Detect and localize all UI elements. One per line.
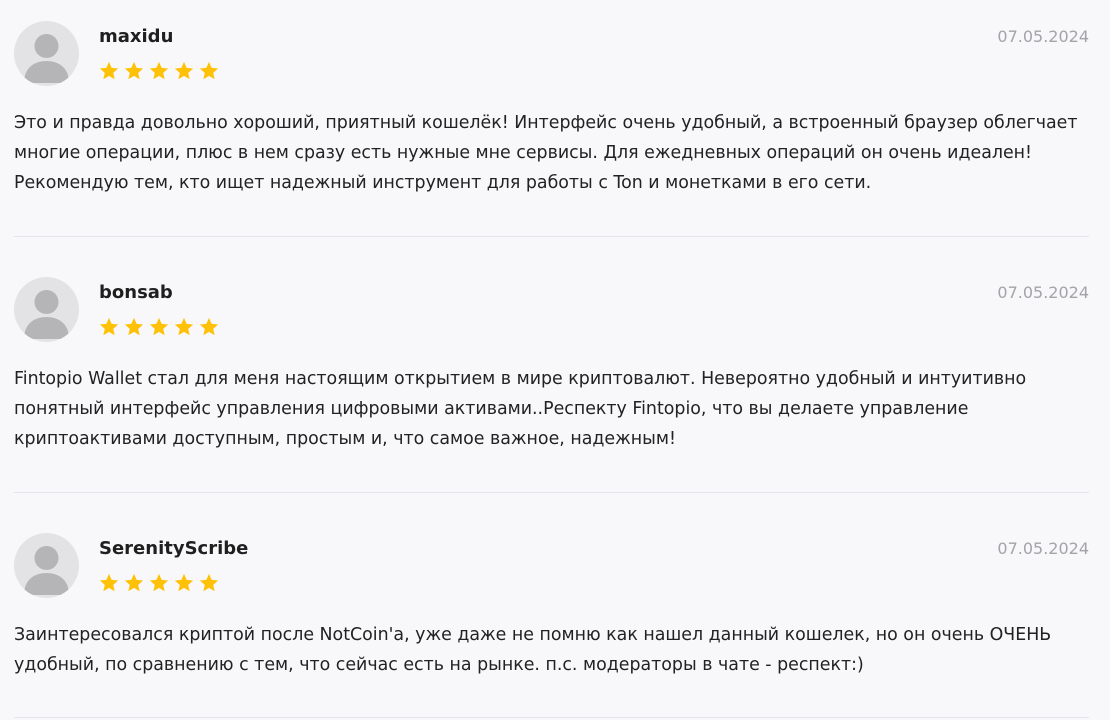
star-filled-icon [99, 61, 119, 80]
review-date: 07.05.2024 [997, 27, 1089, 46]
star-filled-icon [99, 573, 119, 592]
user-silhouette-icon [24, 290, 69, 339]
star-filled-icon [124, 61, 144, 80]
star-filled-icon [149, 61, 169, 80]
star-filled-icon [124, 573, 144, 592]
review-date: 07.05.2024 [997, 283, 1089, 302]
user-silhouette-icon [24, 34, 69, 83]
review-rating [98, 572, 220, 594]
avatar [14, 21, 79, 86]
star-filled-icon [199, 61, 219, 80]
star-filled-icon [174, 317, 194, 336]
review-divider [14, 236, 1089, 237]
review-text: Это и правда довольно хороший, приятный … [14, 113, 1078, 193]
reviews-list: maxidu 07.05.2024 Это и правда довольно … [0, 0, 1110, 720]
review-author: bonsab [99, 282, 173, 303]
review-text: Fintopio Wallet стал для меня настоящим … [14, 369, 1027, 449]
review-date: 07.05.2024 [997, 539, 1089, 558]
review-author: maxidu [99, 26, 174, 47]
review-divider [14, 492, 1089, 493]
star-filled-icon [149, 317, 169, 336]
star-filled-icon [99, 317, 119, 336]
avatar [14, 533, 79, 598]
review-rating [98, 316, 220, 338]
star-filled-icon [124, 317, 144, 336]
star-filled-icon [174, 573, 194, 592]
star-filled-icon [149, 573, 169, 592]
review-rating [98, 60, 220, 82]
star-filled-icon [174, 61, 194, 80]
review-author: SerenityScribe [99, 538, 249, 559]
review-text: Заинтересовался криптой после NotCoin'a,… [14, 625, 1052, 675]
star-filled-icon [199, 317, 219, 336]
review-divider [14, 717, 1089, 718]
avatar [14, 277, 79, 342]
star-filled-icon [199, 573, 219, 592]
user-silhouette-icon [24, 546, 69, 595]
